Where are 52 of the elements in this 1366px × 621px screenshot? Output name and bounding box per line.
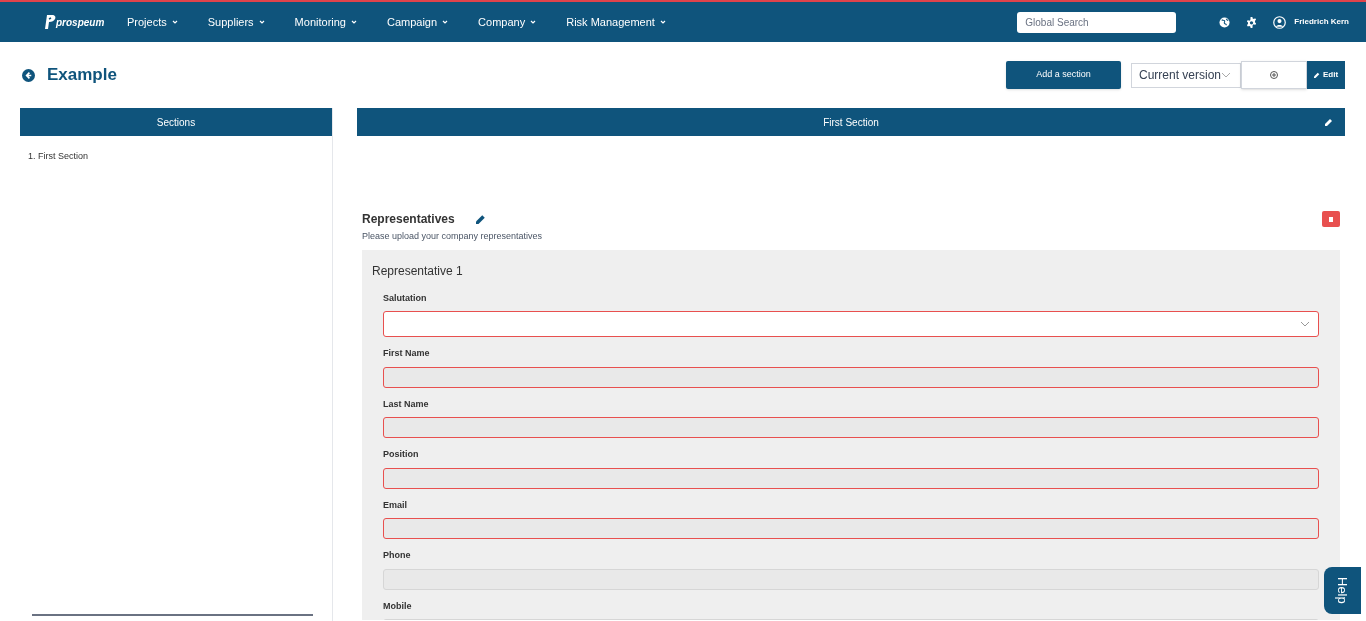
user-icon[interactable] (1273, 15, 1287, 29)
pencil-icon[interactable] (1325, 118, 1333, 126)
input-field[interactable] (383, 467, 1319, 489)
chevron-down-icon (258, 20, 265, 24)
field-label: Salutation (383, 291, 428, 305)
select-field[interactable] (383, 311, 1319, 337)
user-name[interactable]: Friedrich Kern (1294, 16, 1349, 28)
field-label: First Name (383, 347, 431, 360)
chevron-down-icon (1221, 72, 1232, 78)
pencil-icon (1313, 72, 1320, 78)
delete-button[interactable] (1322, 211, 1340, 227)
input-field[interactable] (383, 366, 1319, 388)
edit-button[interactable]: Edit (1307, 61, 1345, 89)
field-label: Last Name (383, 397, 430, 411)
add-version-button[interactable] (1241, 61, 1307, 89)
globe-icon[interactable] (1219, 16, 1231, 28)
chevron-down-icon (659, 20, 666, 24)
version-select[interactable]: Current version (1131, 62, 1241, 88)
search-field[interactable]: Global Search (1017, 11, 1177, 33)
nav-menu-item[interactable]: Risk Management (566, 13, 666, 31)
help-button[interactable]: Help (1324, 567, 1361, 614)
chevron-down-icon (530, 20, 537, 24)
settings-icon[interactable] (1246, 16, 1258, 28)
nav-menu-item[interactable]: Projects (127, 13, 178, 31)
chevron-down-icon (350, 20, 357, 24)
chevron-down-icon (171, 20, 178, 24)
input-field[interactable] (383, 417, 1319, 438)
nav-menu-item[interactable]: Company (478, 13, 537, 31)
add-section-button[interactable]: Add a section (1006, 61, 1121, 89)
page-title: Example (47, 64, 117, 87)
sidebar-header: Sections (20, 108, 332, 136)
field-label: Phone (383, 549, 412, 562)
input-field[interactable] (383, 518, 1319, 539)
chevron-down-icon (1300, 321, 1310, 327)
pencil-icon[interactable] (475, 214, 486, 224)
field-label: Email (383, 498, 408, 512)
scrollbar[interactable] (32, 614, 313, 616)
nav-menu-item[interactable]: Suppliers (207, 13, 265, 31)
nav-menu-item[interactable]: Campaign (386, 13, 449, 31)
card-title: Representative 1 (372, 262, 464, 280)
chevron-down-icon (442, 20, 449, 24)
logo[interactable]: prospeum (44, 14, 105, 30)
back-icon[interactable] (22, 68, 35, 82)
block-title: Representatives (362, 211, 455, 228)
field-label: Position (383, 448, 420, 461)
sidebar-item[interactable]: 1. First Section (28, 150, 332, 164)
nav-menu-item[interactable]: Monitoring (294, 13, 357, 31)
block-description: Please upload your company representatives (362, 230, 544, 243)
field-label: Mobile (383, 599, 413, 613)
plus-circle-icon (1270, 71, 1278, 79)
section-header: First Section (823, 115, 879, 130)
trash-icon (1329, 216, 1333, 222)
